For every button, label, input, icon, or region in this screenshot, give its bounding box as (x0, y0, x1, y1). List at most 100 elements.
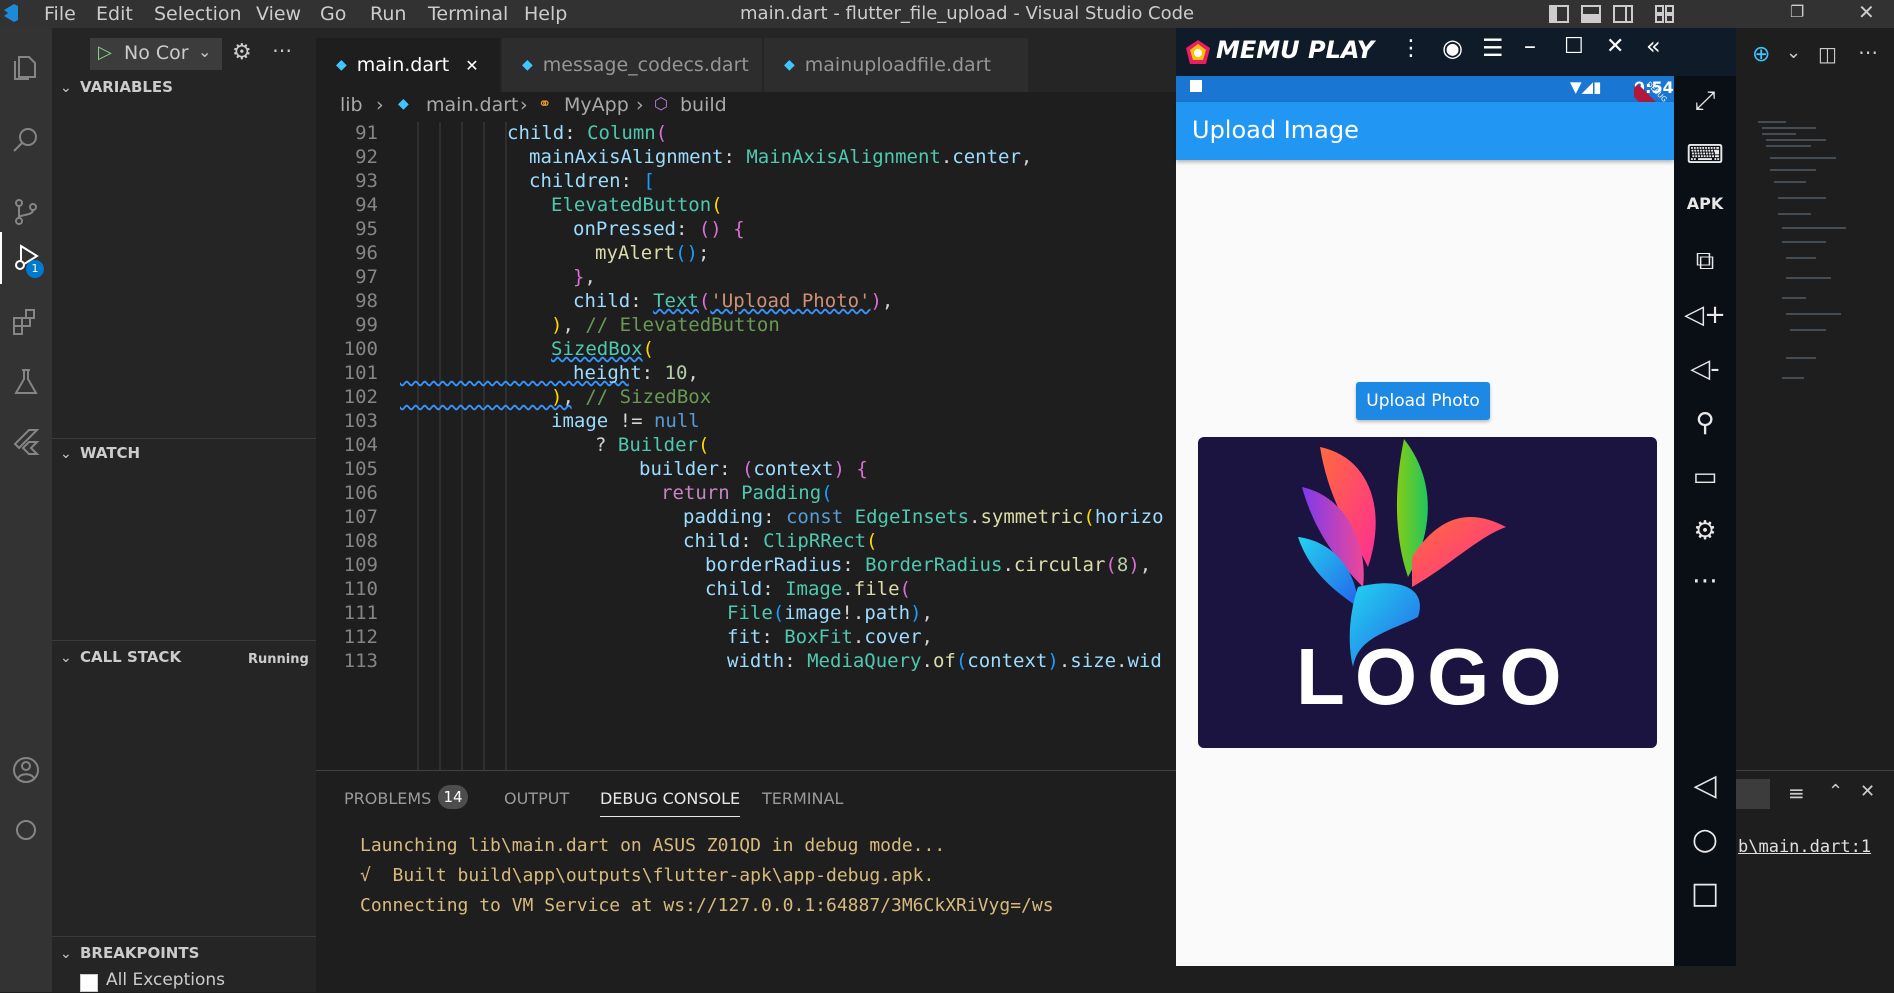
tab-message-codecs[interactable]: ◆ message_codecs.dart (502, 38, 762, 92)
chevron-down-icon[interactable]: ⌄ (1786, 42, 1801, 63)
tab-problems[interactable]: PROBLEMS (344, 789, 431, 808)
search-icon[interactable] (0, 114, 52, 166)
tab-output[interactable]: OUTPUT (504, 789, 569, 808)
code-line: 101 height: 10, (316, 362, 1176, 386)
menu-run[interactable]: Run (370, 3, 406, 25)
line-number: 113 (343, 650, 378, 672)
breadcrumb-lib[interactable]: lib (340, 94, 363, 116)
fullscreen-icon[interactable]: ⤢ (1674, 86, 1736, 117)
run-debug-icon[interactable]: 1 (0, 232, 52, 284)
close-panel-icon[interactable]: ✕ (1860, 781, 1875, 802)
watch-chevron-icon[interactable]: ⌄ (60, 446, 72, 462)
layout-toggle-icons[interactable] (1548, 4, 1678, 24)
line-number: 96 (355, 242, 378, 264)
location-icon[interactable]: ⚲ (1674, 408, 1736, 438)
close-tab-icon[interactable]: ✕ (465, 56, 478, 75)
call-stack-status: Running (248, 652, 309, 667)
debug-settings-gear-icon[interactable]: ⚙ (232, 40, 252, 65)
code-editor[interactable]: 91 child: Column( 92 mainAxisAlignment: Ma… (316, 122, 1176, 770)
code-line: 109 borderRadius: BorderRadius.circular(8… (316, 554, 1176, 578)
tab-terminal[interactable]: TERMINAL (762, 789, 843, 808)
more-actions-icon[interactable]: ⋯ (1858, 40, 1878, 64)
apk-install-icon[interactable]: APK (1674, 194, 1736, 213)
line-number: 107 (343, 506, 378, 528)
breadcrumb-method[interactable]: build (680, 94, 727, 116)
flutter-icon[interactable] (0, 416, 52, 468)
close-icon[interactable]: ✕ (1606, 34, 1624, 59)
watch-section-header[interactable]: WATCH (80, 444, 140, 462)
maximize-panel-icon[interactable]: ⌃ (1828, 781, 1843, 802)
line-number: 95 (355, 218, 378, 240)
chevron-right-icon: › (376, 94, 384, 116)
app-bar: Upload Image (1176, 102, 1674, 160)
hamburger-menu-icon[interactable]: ☰ (1482, 34, 1504, 62)
explorer-icon[interactable] (0, 42, 52, 94)
more-icon[interactable]: ⋯ (1674, 566, 1736, 596)
tab-debug-console[interactable]: DEBUG CONSOLE (600, 789, 741, 817)
restore-window-icon[interactable]: ❐ (1790, 2, 1810, 22)
folder-icon[interactable]: ▭ (1674, 462, 1736, 492)
all-exceptions-checkbox[interactable] (80, 974, 98, 992)
source-link[interactable]: b\main.dart:1 (1738, 837, 1871, 857)
variables-section-header[interactable]: VARIABLES (80, 78, 173, 96)
account-icon[interactable] (0, 744, 52, 796)
settings-gear-icon[interactable]: ⚙ (1674, 516, 1736, 546)
start-debug-button[interactable]: ▷ No Cor ⌄ (90, 38, 222, 70)
split-editor-icon[interactable]: ◫ (1818, 42, 1837, 66)
code-line: 98 child: Text('Upload Photo'), (316, 290, 1176, 314)
console-line: Launching lib\main.dart on ASUS Z01QD in… (360, 835, 946, 856)
recents-nav-icon[interactable]: □ (1674, 876, 1736, 911)
breakpoints-chevron-icon[interactable]: ⌄ (60, 946, 72, 962)
close-window-icon[interactable]: ✕ (1858, 0, 1878, 24)
manage-gear-icon[interactable] (0, 804, 52, 856)
menu-view[interactable]: View (256, 3, 301, 25)
menu-go[interactable]: Go (320, 3, 346, 25)
callstack-chevron-icon[interactable]: ⌄ (60, 650, 72, 666)
breakpoints-section-header[interactable]: BREAKPOINTS (80, 944, 199, 962)
upload-photo-button[interactable]: Upload Photo (1356, 382, 1490, 420)
home-nav-icon[interactable]: ○ (1674, 822, 1736, 857)
breadcrumb-class[interactable]: MyApp (564, 94, 629, 116)
tab-main-dart[interactable]: ◆ main.dart ✕ (316, 38, 500, 92)
user-account-icon[interactable]: ◉ (1442, 34, 1463, 62)
menu-terminal[interactable]: Terminal (428, 3, 508, 25)
line-number: 110 (343, 578, 378, 600)
back-nav-icon[interactable]: ◁ (1674, 768, 1736, 803)
minimap[interactable] (1756, 118, 1876, 418)
emulator-toolbar: ⤢ ⌨ APK ⧉ ◁+ ◁- ⚲ ▭ ⚙ ⋯ ◁ ○ □ (1674, 76, 1736, 966)
panel-input-box[interactable] (1736, 779, 1770, 809)
breadcrumb-file[interactable]: main.dart (426, 94, 518, 116)
volume-down-icon[interactable]: ◁- (1674, 354, 1736, 384)
minimize-icon[interactable]: – (1524, 32, 1536, 60)
more-actions-icon[interactable]: ⋯ (272, 38, 292, 62)
maximize-icon[interactable]: ☐ (1564, 34, 1584, 59)
chevron-right-icon: › (636, 94, 644, 116)
line-number: 106 (343, 482, 378, 504)
console-line: √ Built build\app\outputs\flutter-apk\ap… (360, 865, 935, 886)
multi-instance-icon[interactable]: ⧉ (1674, 246, 1736, 277)
tab-mainuploadfile[interactable]: ◆ mainuploadfile.dart (764, 38, 1028, 92)
keyboard-icon[interactable]: ⌨ (1674, 140, 1736, 170)
dart-file-icon: ◆ (398, 96, 409, 112)
extensions-icon[interactable] (0, 296, 52, 348)
dart-file-icon: ◆ (522, 57, 533, 73)
menu-edit[interactable]: Edit (96, 3, 133, 25)
menu-file[interactable]: File (44, 3, 76, 25)
menu-selection[interactable]: Selection (154, 3, 242, 25)
line-number: 105 (343, 458, 378, 480)
variables-chevron-icon[interactable]: ⌄ (60, 80, 72, 96)
clear-console-icon[interactable]: ≡ (1788, 781, 1805, 805)
testing-icon[interactable] (0, 356, 52, 408)
source-control-icon[interactable] (0, 186, 52, 238)
volume-up-icon[interactable]: ◁+ (1674, 300, 1736, 330)
menu-help[interactable]: Help (524, 3, 567, 25)
search-debug-icon[interactable]: ⊕ (1752, 42, 1770, 67)
collapse-sidebar-icon[interactable]: « (1646, 32, 1661, 60)
launch-config-select[interactable]: No Cor (124, 42, 189, 64)
debug-badge: 1 (26, 260, 44, 278)
call-stack-section-header[interactable]: CALL STACK (80, 648, 181, 666)
line-number: 97 (355, 266, 378, 288)
kebab-menu-icon[interactable]: ⋮ (1400, 36, 1422, 61)
code-line: 111 File(image!.path), (316, 602, 1176, 626)
line-number: 93 (355, 170, 378, 192)
